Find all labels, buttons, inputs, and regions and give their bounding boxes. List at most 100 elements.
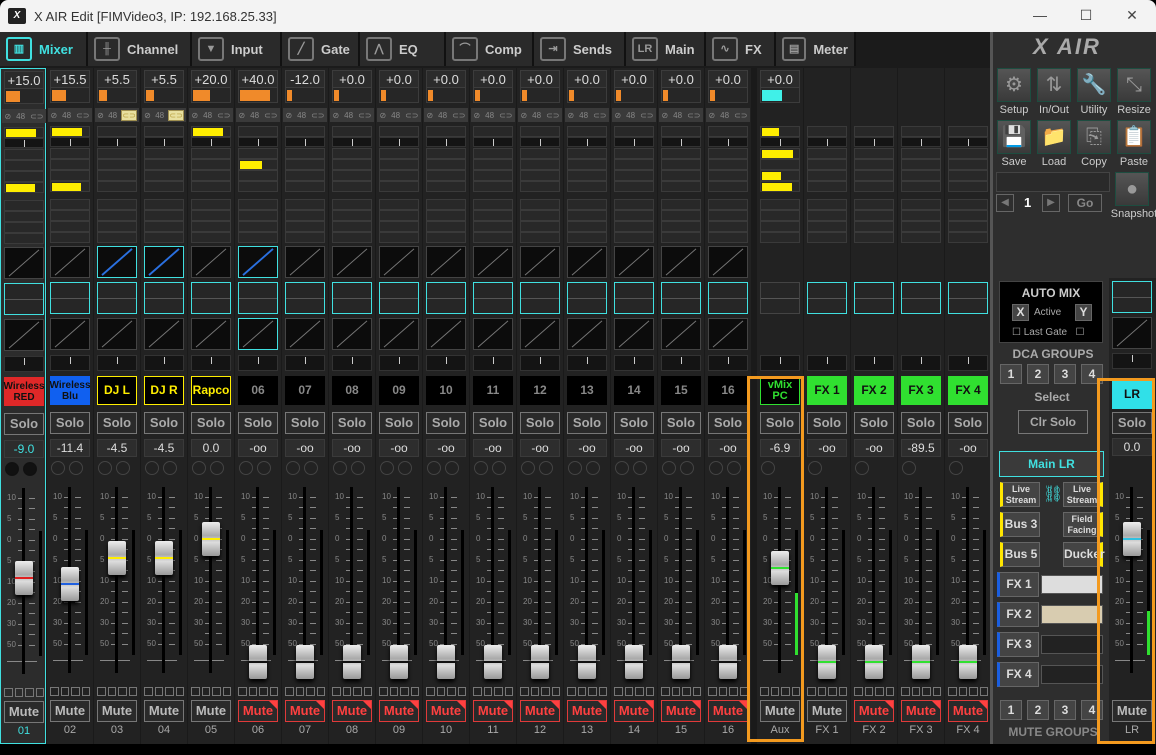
gate-graph[interactable] — [708, 246, 748, 278]
fx-send[interactable] — [379, 221, 419, 232]
fx-send[interactable] — [948, 221, 988, 232]
send-level[interactable] — [760, 159, 800, 170]
fx-send[interactable] — [332, 232, 372, 243]
send-level[interactable] — [948, 126, 988, 137]
send-level[interactable] — [614, 181, 654, 192]
send-level[interactable] — [238, 159, 278, 170]
send-level[interactable] — [807, 159, 847, 170]
pan-indicator[interactable] — [661, 355, 701, 371]
send-level[interactable] — [285, 148, 325, 159]
channel-name[interactable]: Rapco — [191, 376, 231, 405]
comp-graph[interactable] — [191, 318, 231, 350]
send-level[interactable] — [760, 181, 800, 192]
solo-button[interactable]: Solo — [661, 412, 701, 434]
gain-value[interactable]: +0.0 — [567, 70, 607, 88]
send-level[interactable] — [238, 126, 278, 137]
pan-control[interactable] — [97, 137, 137, 147]
solo-button[interactable]: Solo — [191, 412, 231, 434]
pan-control[interactable] — [708, 137, 748, 147]
stereo-link-icon[interactable]: ⊂⊃ — [593, 111, 606, 120]
send-level[interactable] — [520, 181, 560, 192]
channel-name[interactable]: 10 — [426, 376, 466, 405]
bus-select-button[interactable]: Live Stream — [1000, 482, 1040, 507]
fader-level[interactable]: -oo — [473, 439, 513, 457]
pan-control[interactable] — [50, 137, 90, 147]
fx-rack-thumbnail[interactable] — [1041, 605, 1103, 624]
floppy-icon[interactable]: 💾 — [997, 120, 1031, 154]
fx-send[interactable] — [614, 210, 654, 221]
comp-graph[interactable] — [4, 319, 44, 351]
send-level[interactable] — [473, 126, 513, 137]
send-level[interactable] — [4, 149, 44, 160]
channel-name[interactable]: 12 — [520, 376, 560, 405]
fx-send[interactable] — [520, 210, 560, 221]
mute-group-button[interactable]: 2 — [1027, 700, 1049, 720]
send-level[interactable] — [760, 148, 800, 159]
fader[interactable]: 10 5 0 5 10 20 30 50 — [188, 480, 234, 680]
fader-cap[interactable] — [15, 560, 33, 595]
fader-level[interactable]: 0.0 — [191, 439, 231, 457]
fx-send[interactable] — [144, 232, 184, 243]
eq-graph[interactable] — [4, 283, 44, 315]
gate-graph[interactable] — [4, 247, 44, 279]
fader[interactable]: 10 5 0 5 10 20 30 50 — [470, 480, 516, 680]
pan-control[interactable] — [285, 137, 325, 147]
solo-button[interactable]: Solo — [285, 412, 325, 434]
fx-send[interactable] — [854, 232, 894, 243]
automix-y-button[interactable]: Y — [1075, 304, 1092, 321]
solo-button[interactable]: Solo — [379, 412, 419, 434]
fx-send[interactable] — [948, 232, 988, 243]
fx-send[interactable] — [567, 210, 607, 221]
phase-invert-icon[interactable]: ⊘ — [97, 111, 104, 120]
fader-cap[interactable] — [249, 645, 267, 679]
gain-value[interactable]: -12.0 — [285, 70, 325, 88]
send-level[interactable] — [379, 170, 419, 181]
phase-invert-icon[interactable]: ⊘ — [332, 111, 339, 120]
fader-level[interactable]: -oo — [285, 439, 325, 457]
fx-send[interactable] — [948, 199, 988, 210]
gain-value[interactable]: +20.0 — [191, 70, 231, 88]
pan-indicator[interactable] — [473, 355, 513, 371]
next-snapshot-button[interactable]: ▶ — [1042, 194, 1060, 212]
send-level[interactable] — [708, 181, 748, 192]
main-lr-button[interactable]: Main LR — [999, 451, 1104, 477]
fader[interactable]: 10 5 0 5 10 20 30 50 — [47, 480, 93, 680]
stereo-link-icon[interactable]: ⊂⊃ — [76, 111, 89, 120]
fader-cap[interactable] — [108, 540, 126, 575]
send-level[interactable] — [285, 181, 325, 192]
gain-value[interactable]: +40.0 — [238, 70, 278, 88]
channel-name[interactable]: 07 — [285, 376, 325, 405]
eq-graph[interactable] — [760, 282, 800, 314]
solo-button[interactable]: Solo — [948, 412, 988, 434]
phase-invert-icon[interactable]: ⊘ — [191, 111, 198, 120]
phantom-48v-button[interactable]: 48 — [579, 111, 588, 120]
fader[interactable]: 10 5 0 5 10 20 30 50 — [1109, 480, 1155, 680]
gate-graph[interactable] — [661, 246, 701, 278]
send-level[interactable] — [567, 126, 607, 137]
channel-name[interactable]: 14 — [614, 376, 654, 405]
solo-button[interactable]: Solo — [50, 412, 90, 434]
pan-control[interactable] — [661, 137, 701, 147]
solo-button[interactable]: Solo — [520, 412, 560, 434]
fx-send[interactable] — [520, 232, 560, 243]
go-button[interactable]: Go — [1068, 194, 1102, 212]
pan-control[interactable] — [760, 137, 800, 147]
send-level[interactable] — [661, 159, 701, 170]
phantom-48v-button[interactable]: 48 — [155, 111, 164, 120]
pan-indicator[interactable] — [708, 355, 748, 371]
send-level[interactable] — [4, 127, 44, 138]
tab-input[interactable]: ▼ Input — [192, 32, 282, 66]
fx-send[interactable] — [379, 232, 419, 243]
pan-indicator[interactable] — [238, 355, 278, 371]
tab-eq[interactable]: ⋀ EQ — [360, 32, 446, 66]
pan-indicator[interactable] — [50, 355, 90, 371]
fader[interactable]: 10 5 0 5 10 20 30 50 — [804, 480, 850, 680]
comp-graph[interactable] — [144, 318, 184, 350]
fx-select-button[interactable]: FX 4 — [997, 662, 1039, 687]
fx-select-button[interactable]: FX 2 — [997, 602, 1039, 627]
comp-graph[interactable] — [473, 318, 513, 350]
fx-send[interactable] — [379, 210, 419, 221]
fader-level[interactable]: -9.0 — [4, 440, 44, 458]
pan-control[interactable] — [4, 138, 44, 148]
send-level[interactable] — [426, 170, 466, 181]
